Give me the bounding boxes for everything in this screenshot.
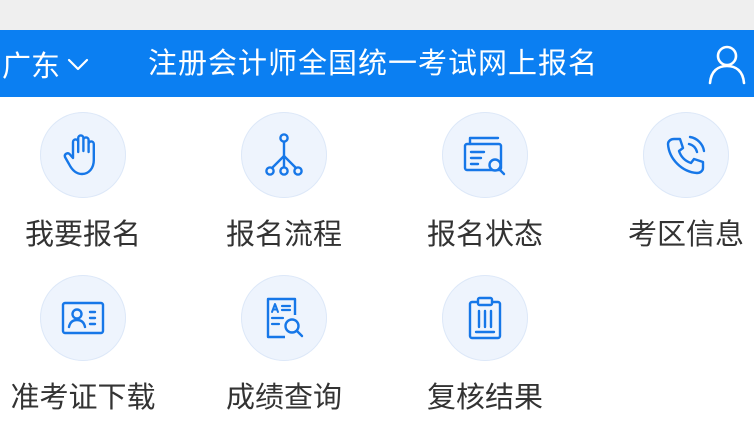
icon-circle [643,112,729,198]
menu-item-admission-ticket-download[interactable]: 准考证下载 [3,260,163,420]
menu-item-process[interactable]: 报名流程 [204,97,364,257]
menu-item-label: 成绩查询 [225,380,342,414]
menu-item-label: 复核结果 [426,380,543,414]
chevron-down-icon [67,58,89,70]
menu-item-register[interactable]: 我要报名 [3,97,163,257]
flow-icon [265,133,303,176]
menu-grid: 我要报名 报名流程 报名状态 考区信息 准考证下载 成绩查询 复核结果 [0,97,754,424]
icon-circle [40,112,126,198]
icon-circle [241,275,327,361]
menu-item-review-result[interactable]: 复核结果 [405,260,565,420]
status-icon [463,136,506,176]
top-header: 广东 注册会计师全国统一考试网上报名 [0,30,754,97]
icon-circle [40,275,126,361]
clipboard-icon [468,296,502,340]
menu-item-status[interactable]: 报名状态 [405,97,565,257]
id-card-icon [61,301,105,335]
menu-item-label: 报名流程 [225,217,342,251]
menu-item-label: 我要报名 [24,217,141,251]
page-title: 注册会计师全国统一考试网上报名 [148,46,599,80]
score-search-icon [266,297,304,339]
region-selector[interactable]: 广东 [2,30,90,97]
menu-item-score-query[interactable]: 成绩查询 [204,260,364,420]
menu-item-label: 准考证下载 [10,380,156,414]
user-icon[interactable] [705,42,749,86]
icon-circle [442,275,528,361]
menu-item-label: 报名状态 [426,217,543,251]
icon-circle [241,112,327,198]
menu-item-exam-area-info[interactable]: 考区信息 [606,97,754,257]
hand-icon [63,134,95,176]
phone-icon [666,135,706,175]
status-strip [0,0,754,30]
menu-item-label: 考区信息 [627,217,744,251]
region-label: 广东 [2,48,61,83]
icon-circle [442,112,528,198]
